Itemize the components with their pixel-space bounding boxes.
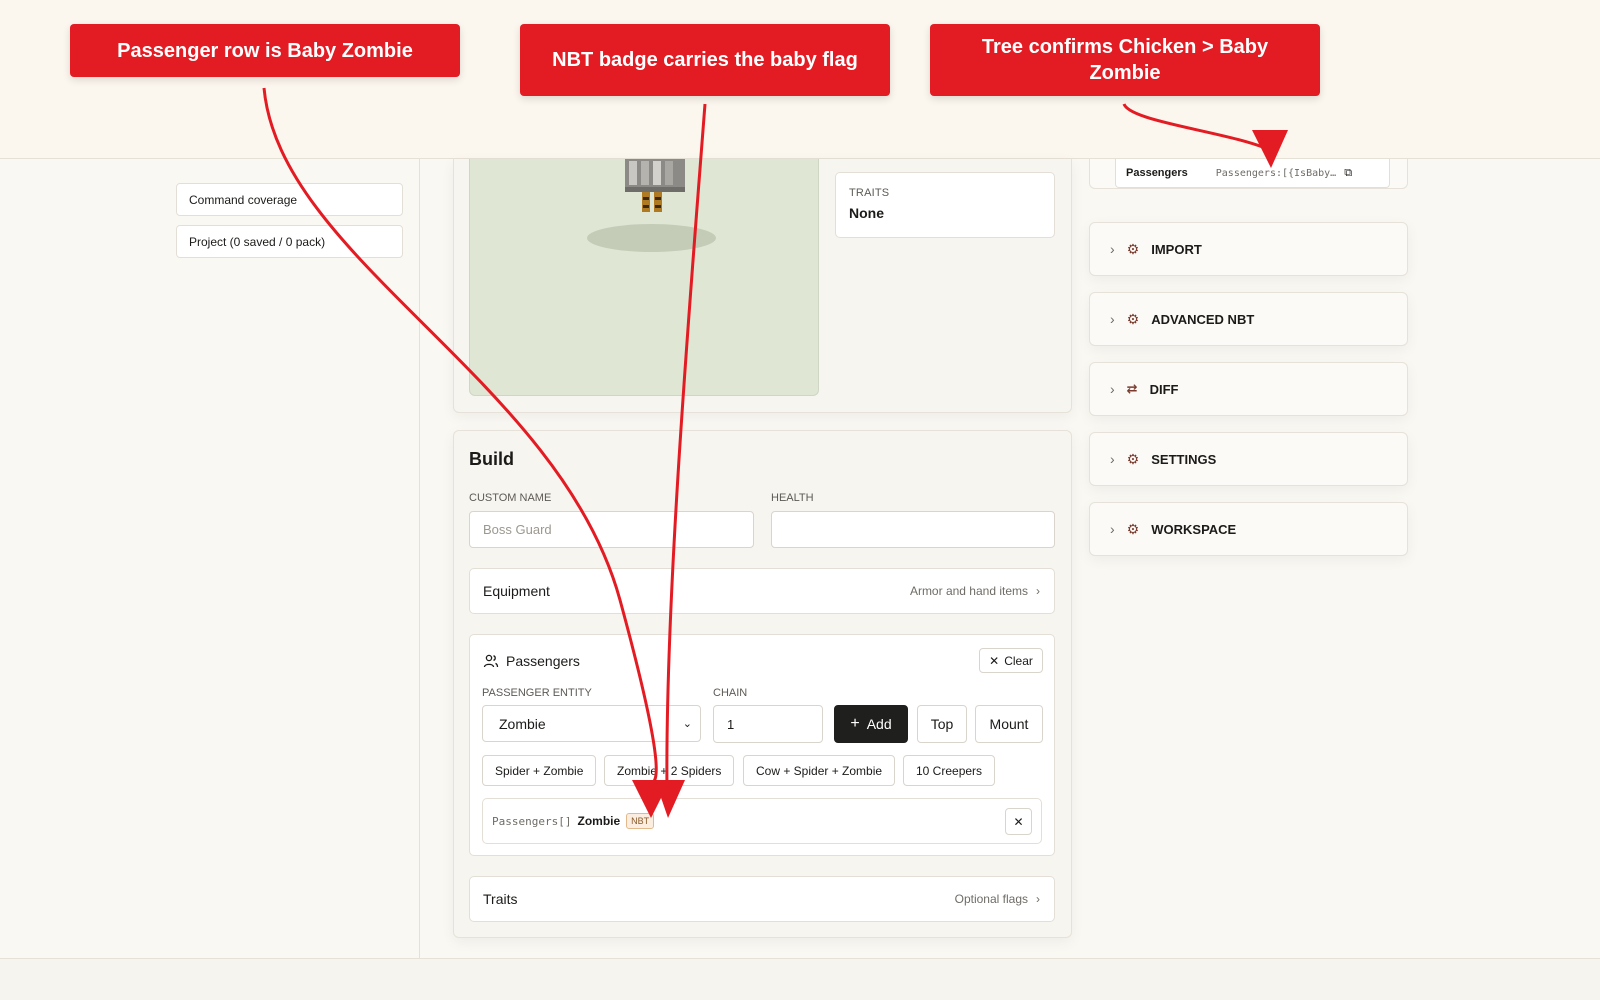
annotation-callout-nbt-badge: NBT badge carries the baby flag [520, 24, 890, 96]
nbt-badge[interactable]: NBT [626, 813, 655, 829]
footer-bar [0, 958, 1600, 1000]
chevron-right-icon: › [1036, 892, 1040, 906]
section-import[interactable]: › ⚙ IMPORT [1089, 222, 1408, 276]
mob-figure-icon [625, 159, 685, 212]
sidebar-item-label: Command coverage [189, 192, 298, 207]
section-workspace[interactable]: › ⚙ WORKSPACE [1089, 502, 1408, 556]
traits-hint: Optional flags [954, 892, 1028, 906]
equipment-hint: Armor and hand items [909, 584, 1028, 598]
tree-row-key: Passengers [1126, 167, 1188, 179]
equipment-title: Equipment [483, 583, 550, 599]
chevron-right-icon: › [1110, 311, 1115, 327]
health-input[interactable] [771, 511, 1055, 548]
remove-passenger-button[interactable]: ✕ [1005, 808, 1032, 835]
passenger-entity-label: PASSENGER ENTITY [482, 687, 592, 699]
add-passenger-button[interactable]: + Add [834, 705, 908, 743]
tree-row-passengers[interactable]: Passengers Passengers:[{IsBaby… ⧉ [1115, 159, 1390, 188]
users-icon [483, 654, 499, 668]
annotation-callout-tree: Tree confirms Chicken > Baby Zombie [930, 24, 1320, 96]
annotation-callout-passenger-row: Passenger row is Baby Zombie [70, 24, 460, 77]
traits-summary: TRAITS None [835, 172, 1055, 238]
gear-icon: ⚙ [1126, 310, 1140, 327]
chevron-right-icon: › [1036, 584, 1040, 598]
custom-name-label: CUSTOM NAME [469, 492, 552, 504]
sidebar-divider [419, 159, 420, 958]
sidebar-item-label: Project (0 saved / 0 pack) [189, 234, 326, 249]
passenger-entity-select[interactable]: Zombie ⌄ [482, 705, 701, 742]
close-icon: ✕ [989, 653, 1000, 668]
sidebar-item-command-coverage[interactable]: Command coverage [176, 183, 403, 216]
chain-input[interactable]: 1 [713, 705, 823, 743]
close-icon: ✕ [1013, 814, 1024, 829]
chevron-right-icon: › [1110, 451, 1115, 467]
preset-zombie-2-spiders[interactable]: Zombie + 2 Spiders [604, 755, 735, 786]
health-label: HEALTH [771, 492, 814, 504]
passenger-row: Passengers[] Zombie NBT ✕ [482, 798, 1042, 844]
plus-icon: + [850, 715, 860, 732]
passenger-path: Passengers[] [492, 814, 572, 828]
traits-title: Traits [483, 891, 518, 907]
clear-passengers-button[interactable]: ✕ Clear [979, 648, 1043, 673]
traits-section-toggle[interactable]: Traits Optional flags › [469, 876, 1055, 922]
equipment-section-toggle[interactable]: Equipment Armor and hand items › [469, 568, 1055, 614]
build-title: Build [469, 449, 514, 469]
gear-icon: ⚙ [1126, 450, 1140, 467]
section-advanced-nbt[interactable]: › ⚙ ADVANCED NBT [1089, 292, 1408, 346]
custom-name-input[interactable]: Boss Guard [469, 511, 754, 548]
entity-preview-viewport[interactable] [469, 159, 819, 396]
passengers-title: Passengers [506, 653, 580, 669]
gear-icon: ⚙ [1126, 520, 1140, 537]
gear-icon: ⚙ [1126, 240, 1140, 257]
entity-shadow [587, 224, 716, 252]
preset-cow-spider-zombie[interactable]: Cow + Spider + Zombie [743, 755, 896, 786]
tree-row-value: Passengers:[{IsBaby… [1215, 167, 1337, 179]
nbt-tree-card: Passengers Passengers:[{IsBaby… ⧉ [1089, 159, 1408, 189]
git-compare-icon: ⇄ [1126, 381, 1138, 396]
traits-label: TRAITS [849, 187, 890, 199]
chevron-right-icon: › [1110, 241, 1115, 257]
chevron-right-icon: › [1110, 381, 1115, 397]
chevron-down-icon: ⌄ [682, 718, 692, 730]
chevron-right-icon: › [1110, 521, 1115, 537]
section-diff[interactable]: › ⇄ DIFF [1089, 362, 1408, 416]
traits-value: None [849, 205, 884, 221]
copy-icon[interactable]: ⧉ [1344, 167, 1352, 180]
preset-10-creepers[interactable]: 10 Creepers [903, 755, 996, 786]
preset-spider-zombie[interactable]: Spider + Zombie [482, 755, 597, 786]
passenger-entity-name: Zombie [577, 814, 621, 828]
top-button[interactable]: Top [917, 705, 967, 743]
section-settings[interactable]: › ⚙ SETTINGS [1089, 432, 1408, 486]
sidebar-item-project[interactable]: Project (0 saved / 0 pack) [176, 225, 403, 258]
passengers-panel: Passengers ✕ Clear PASSENGER ENTITY Zombi… [469, 634, 1055, 856]
mount-button[interactable]: Mount [975, 705, 1043, 743]
chain-label: CHAIN [713, 687, 748, 699]
